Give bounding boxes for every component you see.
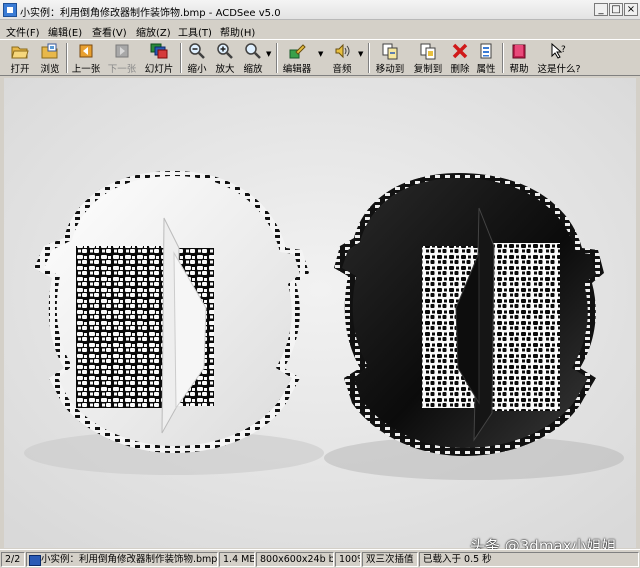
window-title: 小实例：利用倒角修改器制作装饰物.bmp - ACDSee v5.0	[20, 8, 281, 19]
editor-label: 编辑器	[282, 64, 312, 75]
help-book-icon	[512, 44, 526, 59]
next-button[interactable]: 下一张	[106, 42, 138, 75]
maximize-button[interactable]: □	[609, 3, 623, 16]
bmp-file-icon	[29, 555, 41, 566]
audio-icon	[335, 43, 350, 59]
black-ornament	[334, 173, 604, 456]
zoom-out-button[interactable]: 缩小	[184, 42, 210, 75]
zoom-in-icon	[217, 43, 233, 59]
editor-button[interactable]: 编辑器	[280, 42, 314, 75]
menu-bar: 文件(F) 编辑(E) 查看(V) 缩放(Z) 工具(T) 帮助(H)	[0, 21, 640, 39]
whats-this-button[interactable]: ? 这是什么?	[534, 42, 584, 75]
open-button[interactable]: 打开	[6, 42, 34, 75]
whats-this-label: 这是什么?	[537, 64, 581, 75]
slideshow-label: 幻灯片	[144, 64, 174, 75]
next-icon	[115, 44, 129, 58]
minimize-button[interactable]: _	[594, 3, 608, 16]
audio-button[interactable]: 音频	[328, 42, 356, 75]
status-index: 2/2	[1, 552, 25, 567]
status-bar: 2/2 小实例：利用倒角修改器制作装饰物.bmp 1.4 MB 800x600x…	[0, 549, 640, 568]
menu-edit[interactable]: 编辑(E)	[48, 24, 82, 39]
browse-icon	[41, 43, 58, 59]
zoom-dropdown-arrow-icon[interactable]: ▼	[266, 50, 271, 58]
toolbar: 打开 浏览 上一张 下一张 幻灯片 缩小 放大 缩放 ▼ 编辑器 ▼ 音频 ▼	[0, 39, 640, 76]
status-load-time: 已载入于 0.5 秒	[419, 552, 639, 567]
acdsee-app-icon[interactable]	[3, 3, 17, 17]
zoom-button[interactable]: 缩放	[240, 42, 266, 75]
browse-label: 浏览	[40, 64, 60, 75]
help-button[interactable]: 帮助	[506, 42, 532, 75]
menu-help[interactable]: 帮助(H)	[220, 24, 255, 39]
menu-zoom[interactable]: 缩放(Z)	[136, 24, 171, 39]
toolbar-separator	[66, 43, 68, 73]
whats-this-icon: ?	[551, 42, 566, 59]
copy-to-button[interactable]: 复制到	[410, 42, 446, 75]
white-ornament	[34, 171, 309, 453]
slideshow-button[interactable]: 幻灯片	[142, 42, 176, 75]
status-filename-text: 小实例：利用倒角修改器制作装饰物.bmp	[41, 554, 218, 565]
previous-button[interactable]: 上一张	[70, 42, 102, 75]
copy-to-icon	[420, 43, 436, 60]
editor-icon	[289, 44, 306, 59]
status-filesize: 1.4 MB	[219, 552, 255, 567]
editor-dropdown-arrow-icon[interactable]: ▼	[318, 50, 323, 58]
rendered-image	[4, 78, 636, 548]
audio-label: 音频	[332, 64, 352, 75]
move-to-label: 移动到	[375, 64, 405, 75]
status-resample: 双三次插值	[362, 552, 418, 567]
properties-button[interactable]: 属性	[474, 42, 498, 75]
move-to-button[interactable]: 移动到	[372, 42, 408, 75]
zoom-out-icon	[189, 43, 205, 59]
zoom-icon	[245, 43, 261, 59]
previous-icon	[79, 44, 93, 58]
properties-label: 属性	[476, 64, 496, 75]
menu-tools[interactable]: 工具(T)	[178, 24, 212, 39]
zoom-label: 缩放	[243, 64, 263, 75]
status-dimensions: 800x600x24b bmp	[256, 552, 334, 567]
previous-label[interactable]: 上一张	[70, 61, 102, 75]
slideshow-icon	[150, 43, 168, 59]
toolbar-separator	[180, 43, 182, 73]
close-button[interactable]: ×	[624, 3, 638, 16]
menu-view[interactable]: 查看(V)	[92, 24, 127, 39]
open-label: 打开	[10, 64, 30, 75]
zoom-out-label: 缩小	[187, 64, 207, 75]
copy-to-label: 复制到	[413, 64, 443, 75]
menu-file[interactable]: 文件(F)	[6, 24, 40, 39]
status-filename: 小实例：利用倒角修改器制作装饰物.bmp	[26, 552, 218, 567]
audio-dropdown-arrow-icon[interactable]: ▼	[358, 50, 363, 58]
toolbar-separator	[276, 43, 278, 73]
help-label: 帮助	[509, 64, 529, 75]
toolbar-separator	[502, 43, 504, 73]
properties-icon	[480, 43, 492, 59]
delete-button[interactable]: 删除	[448, 42, 472, 75]
delete-label: 删除	[450, 64, 470, 75]
browse-button[interactable]: 浏览	[36, 42, 64, 75]
zoom-in-label: 放大	[215, 64, 235, 75]
folder-open-icon	[11, 46, 29, 59]
title-bar: 小实例：利用倒角修改器制作装饰物.bmp - ACDSee v5.0 _ □ ×	[0, 0, 640, 20]
move-to-icon	[382, 43, 398, 60]
next-label: 下一张	[107, 64, 137, 75]
delete-icon	[452, 43, 468, 59]
zoom-in-button[interactable]: 放大	[212, 42, 238, 75]
toolbar-separator	[368, 43, 370, 73]
image-viewer[interactable]	[4, 78, 636, 548]
svg-text:?: ?	[561, 45, 566, 55]
status-zoom: 100%	[335, 552, 361, 567]
